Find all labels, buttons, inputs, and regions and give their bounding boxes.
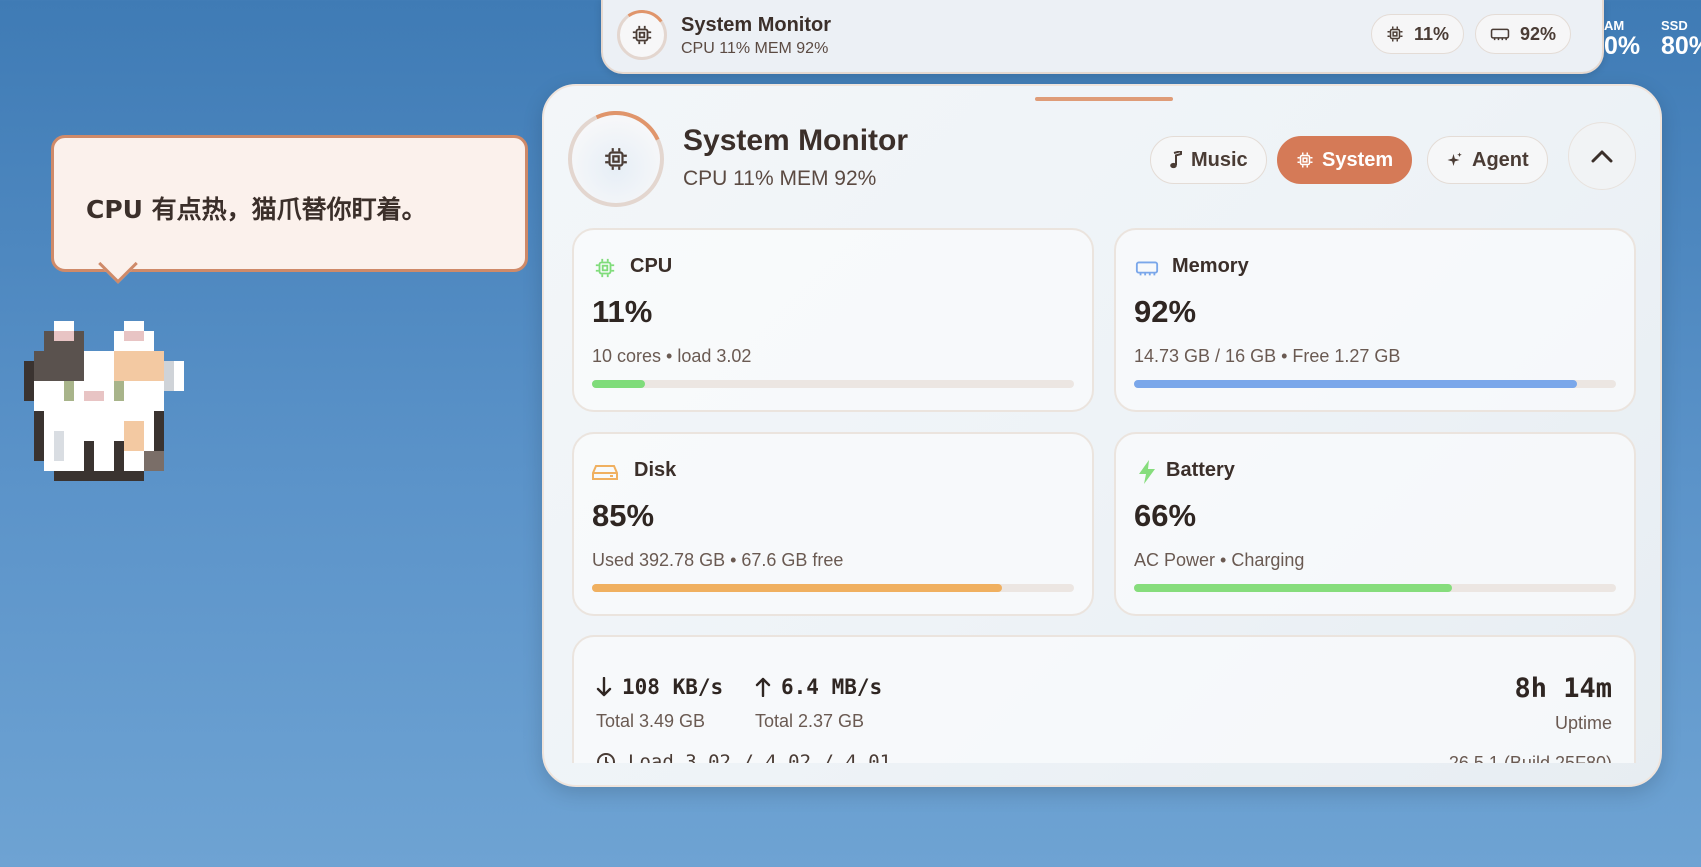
menubar-ssd-value: 80%: [1661, 32, 1701, 60]
load-average-text: Load 3.02 / 4.02 / 4.01: [628, 751, 892, 763]
chip-icon: [1387, 26, 1403, 42]
menubar-ram-label: AM: [1604, 18, 1625, 33]
menubar-ram-value: 0%: [1604, 32, 1641, 60]
bubble-tail: [98, 244, 138, 284]
bubble-text: CPU 有点热，猫爪替你盯着。: [86, 195, 427, 224]
uptime-label: Uptime: [1554, 713, 1612, 733]
upload-rate: 6.4 MB/s: [755, 675, 882, 699]
uptime-value: 8h 14m: [1514, 673, 1612, 704]
memory-icon: [1490, 28, 1510, 41]
mini-cpu-ring: [613, 6, 671, 64]
download-rate-value: 108 KB/s: [622, 675, 724, 699]
download-rate: 108 KB/s: [596, 675, 723, 699]
mini-title: System Monitor: [681, 14, 832, 36]
mini-status-bar[interactable]: System Monitor CPU 11% MEM 92% 11% 92%: [601, 0, 1604, 74]
arrow-down-icon: [596, 677, 612, 697]
speech-bubble: CPU 有点热，猫爪替你盯着。: [51, 135, 528, 284]
mini-cpu-value: 11%: [1414, 23, 1450, 44]
mini-subtitle: CPU 11% MEM 92%: [681, 40, 829, 57]
load-average: Load 3.02 / 4.02 / 4.01: [596, 751, 891, 763]
pixel-cat-mascot[interactable]: [24, 320, 194, 492]
menubar-ram-stat: AM 0%: [1604, 18, 1640, 59]
upload-rate-value: 6.4 MB/s: [781, 675, 883, 699]
os-version: 26.5.1 (Build 25F80): [1448, 753, 1612, 763]
scroll-viewport[interactable]: 108 KB/s Total 3.49 GB 6.4 MB/s Total 2.…: [544, 86, 1660, 763]
system-monitor-panel: System Monitor CPU 11% MEM 92% Music Sys…: [542, 84, 1662, 787]
network-card: 108 KB/s Total 3.49 GB 6.4 MB/s Total 2.…: [572, 635, 1636, 763]
menubar-ssd-label: SSD: [1661, 18, 1688, 33]
arrow-up-icon: [755, 677, 771, 697]
download-total: Total 3.49 GB: [596, 711, 706, 731]
menubar-ssd-stat: SSD 80%: [1661, 18, 1701, 59]
mini-mem-value: 92%: [1520, 23, 1557, 44]
mini-mem-chip[interactable]: 92%: [1475, 14, 1572, 54]
clock-icon: [597, 753, 615, 763]
mini-cpu-chip[interactable]: 11%: [1371, 14, 1465, 54]
upload-total: Total 2.37 GB: [755, 711, 865, 731]
